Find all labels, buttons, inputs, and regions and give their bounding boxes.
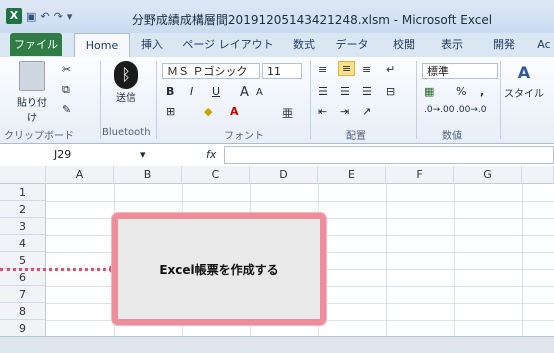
tab-file[interactable]: ファイル — [10, 33, 62, 56]
column-header[interactable]: G — [454, 166, 522, 184]
tab-developer[interactable]: 開発 — [484, 33, 524, 56]
status-bar — [0, 336, 554, 353]
tab-data[interactable]: データ — [330, 33, 374, 56]
copy-icon[interactable]: ⧉ — [62, 83, 70, 97]
row-header[interactable]: 3 — [0, 218, 46, 235]
grid-line — [522, 184, 523, 336]
align-bottom-icon[interactable]: ≡ — [362, 63, 371, 76]
column-header[interactable]: C — [182, 166, 250, 184]
grid-line — [386, 184, 387, 336]
bluetooth-group-label: Bluetooth — [102, 127, 151, 138]
tab-addins[interactable]: Ac — [534, 33, 554, 56]
percent-button[interactable]: % — [456, 85, 466, 98]
column-header[interactable]: D — [250, 166, 318, 184]
grid-line — [454, 184, 455, 336]
font-color-icon[interactable]: A — [230, 105, 239, 118]
font-size-select[interactable]: 11 — [262, 63, 302, 79]
align-left-icon[interactable]: ☰ — [318, 85, 328, 98]
grid-line — [46, 201, 554, 202]
number-format-select[interactable]: 標準 — [422, 63, 498, 79]
increase-decimal-icon[interactable]: .0→.00 — [424, 105, 454, 115]
column-header[interactable]: F — [386, 166, 454, 184]
bluetooth-send-button[interactable]: ᛒ 送信 — [108, 61, 144, 104]
paste-button[interactable]: 貼り付け — [14, 61, 50, 124]
orientation-icon[interactable]: ↗ — [362, 105, 371, 118]
separator — [100, 61, 101, 139]
row-header[interactable]: 7 — [0, 286, 46, 303]
number-group-label: 数値 — [442, 131, 462, 142]
column-header[interactable]: E — [318, 166, 386, 184]
bluetooth-send-label: 送信 — [116, 93, 136, 104]
insert-function-button[interactable]: fx — [206, 148, 216, 161]
name-box[interactable]: J29 — [14, 147, 150, 163]
row-header[interactable]: 2 — [0, 201, 46, 218]
create-report-button[interactable]: Excel帳票を作成する — [112, 213, 326, 325]
separator — [416, 61, 417, 139]
merge-center-icon[interactable]: ⊟ — [386, 85, 395, 98]
decrease-decimal-icon[interactable]: .00→.0 — [456, 105, 486, 115]
separator — [310, 61, 311, 139]
row-header[interactable]: 4 — [0, 235, 46, 252]
row-header[interactable]: 8 — [0, 303, 46, 320]
column-header[interactable]: B — [114, 166, 182, 184]
ribbon-tabs: ファイル Home 挿入 ページ レイアウト 数式 データ 校閲 表示 開発 A… — [0, 33, 554, 58]
phonetic-icon[interactable]: 亜 — [282, 105, 293, 121]
styles-icon: A — [517, 63, 531, 82]
ribbon: 貼り付け ✂ ⧉ ✎ クリップボード ᛒ 送信 Bluetooth ＭＳ Ｐゴシ… — [0, 57, 554, 144]
tab-view[interactable]: 表示 — [432, 33, 472, 56]
styles-button[interactable]: A スタイル — [504, 61, 544, 100]
font-name-select[interactable]: ＭＳ Ｐゴシック — [162, 63, 260, 79]
row-header[interactable]: 1 — [0, 184, 46, 201]
name-box-dropdown-icon[interactable]: ▾ — [140, 148, 146, 161]
dotted-connector-line — [0, 268, 112, 271]
row-header[interactable]: 9 — [0, 320, 46, 336]
align-right-icon[interactable]: ☰ — [362, 85, 372, 98]
formula-bar: J29 ▾ fx — [0, 144, 554, 167]
row-header[interactable]: 5 — [0, 252, 46, 269]
italic-button[interactable]: I — [190, 85, 193, 98]
column-header[interactable]: A — [46, 166, 114, 184]
styles-label: スタイル — [504, 89, 544, 100]
align-top-icon[interactable]: ≡ — [318, 63, 327, 76]
create-report-button-label: Excel帳票を作成する — [159, 262, 279, 277]
paste-icon — [19, 61, 45, 91]
column-header-partial[interactable] — [522, 166, 554, 184]
align-middle-icon[interactable]: ≡ — [338, 61, 356, 76]
underline-button[interactable]: U — [212, 85, 220, 98]
borders-icon[interactable]: ⊞ — [166, 105, 175, 118]
paste-label: 貼り付け — [17, 98, 47, 124]
clipboard-group-label: クリップボード — [4, 131, 74, 142]
fill-color-icon[interactable]: ◆ — [204, 105, 212, 118]
separator — [156, 61, 157, 139]
tab-home[interactable]: Home — [74, 33, 130, 58]
tab-formulas[interactable]: 数式 — [284, 33, 324, 56]
separator — [500, 61, 501, 139]
grow-font-button[interactable]: A — [240, 85, 249, 100]
select-all-corner[interactable] — [0, 166, 46, 184]
increase-indent-icon[interactable]: ⇥ — [340, 105, 349, 118]
tab-page-layout[interactable]: ページ レイアウト — [176, 33, 280, 56]
cut-icon[interactable]: ✂ — [62, 63, 71, 76]
comma-button[interactable]: , — [480, 85, 484, 98]
currency-icon[interactable]: ▦ — [424, 85, 434, 98]
decrease-indent-icon[interactable]: ⇤ — [318, 105, 327, 118]
title-bar: X ▣ ↶ ↷ ▾ 分野成績成構層間20191205143421248.xlsm… — [0, 0, 554, 35]
tab-insert[interactable]: 挿入 — [132, 33, 172, 56]
shrink-font-button[interactable]: A — [256, 87, 263, 98]
alignment-group-label: 配置 — [346, 131, 366, 142]
format-painter-icon[interactable]: ✎ — [62, 103, 71, 116]
wrap-text-icon[interactable]: ↵ — [386, 63, 395, 76]
bluetooth-icon: ᛒ — [114, 61, 138, 89]
window-title: 分野成績成構層間20191205143421248.xlsm - Microso… — [131, 13, 493, 27]
bold-button[interactable]: B — [166, 85, 174, 98]
row-header[interactable]: 6 — [0, 269, 46, 286]
align-center-icon[interactable]: ☰ — [340, 85, 350, 98]
font-group-label: フォント — [224, 131, 264, 142]
formula-input[interactable] — [224, 146, 554, 164]
tab-review[interactable]: 校閲 — [384, 33, 424, 56]
